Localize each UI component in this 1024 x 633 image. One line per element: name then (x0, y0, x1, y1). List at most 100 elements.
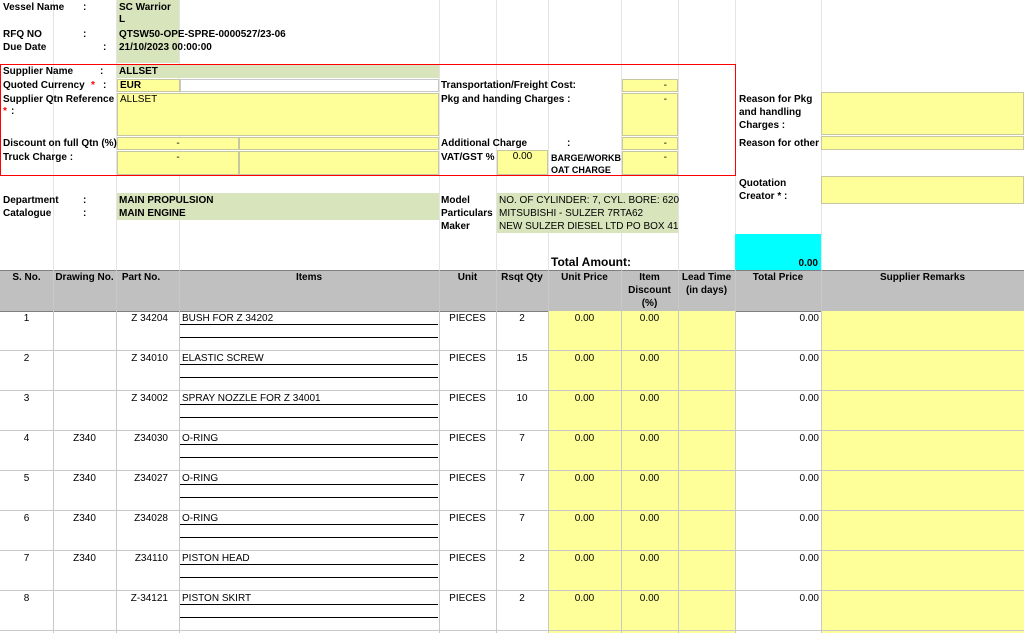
reason-pkg-label: Reason for Pkg (739, 94, 813, 105)
row-unit: PIECES (449, 513, 486, 524)
row-lead-time[interactable] (679, 353, 734, 365)
row-unit-price[interactable]: 0.00 (548, 393, 621, 405)
row-total: 0.00 (799, 433, 819, 444)
row-discount[interactable]: 0.00 (621, 593, 678, 605)
catalogue-label: Catalogue (3, 208, 52, 219)
colon: : (83, 29, 87, 40)
row-sno: 7 (23, 553, 30, 564)
row-lead-time[interactable] (679, 433, 734, 445)
row-unit: PIECES (449, 353, 486, 364)
col-sno: S. No. (12, 272, 41, 283)
model-label: Model (441, 195, 470, 206)
total-amount-value: 0.00 (735, 234, 821, 270)
row-lead-time[interactable] (679, 513, 734, 525)
reason-other-label: Reason for other (739, 138, 820, 149)
quotation-creator-label-2: Creator * : (739, 191, 788, 202)
row-discount[interactable]: 0.00 (621, 393, 678, 405)
row-sno: 1 (23, 313, 30, 324)
vessel-name-value: SC Warrior (119, 2, 171, 13)
row-drawing: Z340 (73, 553, 96, 564)
col-unit-price: Unit Price (561, 272, 608, 283)
row-sno: 4 (23, 433, 30, 444)
row-unit-price[interactable]: 0.00 (548, 553, 621, 565)
row-unit-price[interactable]: 0.00 (548, 513, 621, 525)
row-item: BUSH FOR Z 34202 (182, 313, 274, 324)
maker-label: Maker (441, 221, 470, 232)
col-discount: Item (639, 272, 660, 283)
row-drawing: Z340 (73, 433, 96, 444)
row-item: PISTON SKIRT (182, 593, 252, 604)
col-qty: Rsqt Qty (501, 272, 543, 283)
row-discount[interactable]: 0.00 (621, 353, 678, 365)
row-part: Z34027 (134, 473, 168, 484)
row-unit-price[interactable]: 0.00 (548, 353, 621, 365)
row-part: Z34028 (134, 513, 168, 524)
row-lead-time[interactable] (679, 553, 734, 565)
row-lead-time[interactable] (679, 593, 734, 605)
col-discount-2: Discount (628, 285, 671, 296)
row-remarks[interactable] (823, 313, 1023, 325)
vessel-name-label: Vessel Name (3, 2, 65, 13)
reason-pkg-input[interactable] (821, 92, 1024, 135)
row-remarks[interactable] (823, 473, 1023, 485)
row-item: O-RING (182, 433, 219, 444)
row-unit-price[interactable]: 0.00 (548, 473, 621, 485)
particulars-value: MITSUBISHI - SULZER 7RTA62 (499, 208, 644, 219)
col-remarks: Supplier Remarks (879, 272, 966, 283)
row-qty: 10 (516, 393, 528, 404)
row-remarks[interactable] (823, 513, 1023, 525)
reason-pkg-label-3: Charges : (739, 120, 786, 131)
row-discount[interactable]: 0.00 (621, 313, 678, 325)
row-lead-time[interactable] (679, 313, 734, 325)
row-lead-time[interactable] (679, 393, 734, 405)
row-sno: 3 (23, 393, 30, 404)
row-unit: PIECES (449, 393, 486, 404)
model-value: NO. OF CYLINDER: 7, CYL. BORE: 620 (499, 195, 680, 206)
row-total: 0.00 (799, 353, 819, 364)
row-qty: 7 (519, 433, 525, 444)
row-part: Z34110 (134, 553, 168, 564)
department-value: MAIN PROPULSION (119, 195, 214, 206)
row-total: 0.00 (799, 473, 819, 484)
col-discount-3: (%) (641, 298, 658, 309)
row-qty: 15 (516, 353, 528, 364)
row-total: 0.00 (799, 513, 819, 524)
due-date-label: Due Date (3, 42, 47, 53)
row-remarks[interactable] (823, 553, 1023, 565)
row-qty: 7 (519, 473, 525, 484)
row-item: O-RING (182, 513, 219, 524)
row-item: PISTON HEAD (182, 553, 250, 564)
row-discount[interactable]: 0.00 (621, 473, 678, 485)
row-unit-price[interactable]: 0.00 (548, 593, 621, 605)
row-unit-price[interactable]: 0.00 (548, 433, 621, 445)
col-items: Items (295, 272, 323, 283)
row-qty: 7 (519, 513, 525, 524)
total-amount-label: Total Amount: (551, 255, 631, 269)
row-remarks[interactable] (823, 393, 1023, 405)
department-label: Department (3, 195, 59, 206)
quotation-creator-input[interactable] (821, 176, 1024, 204)
row-qty: 2 (519, 553, 525, 564)
row-discount[interactable]: 0.00 (621, 513, 678, 525)
colon: : (83, 208, 87, 219)
row-unit: PIECES (449, 313, 486, 324)
row-discount[interactable]: 0.00 (621, 433, 678, 445)
row-discount[interactable]: 0.00 (621, 553, 678, 565)
row-part: Z 34002 (131, 393, 168, 404)
row-sno: 5 (23, 473, 30, 484)
row-remarks[interactable] (823, 593, 1023, 605)
col-lead-time: Lead Time (681, 272, 732, 283)
quotation-sheet: Vessel Name : SC Warrior L RFQ NO : QTSW… (0, 0, 1024, 633)
rfq-value: QTSW50-OPE-SPRE-0000527/23-06 (119, 29, 286, 40)
row-lead-time[interactable] (679, 473, 734, 485)
maker-value: NEW SULZER DIESEL LTD PO BOX 41 (499, 221, 679, 232)
row-remarks[interactable] (823, 433, 1023, 445)
row-unit-price[interactable]: 0.00 (548, 313, 621, 325)
row-item: O-RING (182, 473, 219, 484)
row-unit: PIECES (449, 473, 486, 484)
row-remarks[interactable] (823, 353, 1023, 365)
row-part: Z-34121 (130, 593, 168, 604)
reason-other-input[interactable] (821, 136, 1024, 150)
row-part: Z34030 (134, 433, 168, 444)
vessel-name-value-cont: L (119, 14, 126, 25)
